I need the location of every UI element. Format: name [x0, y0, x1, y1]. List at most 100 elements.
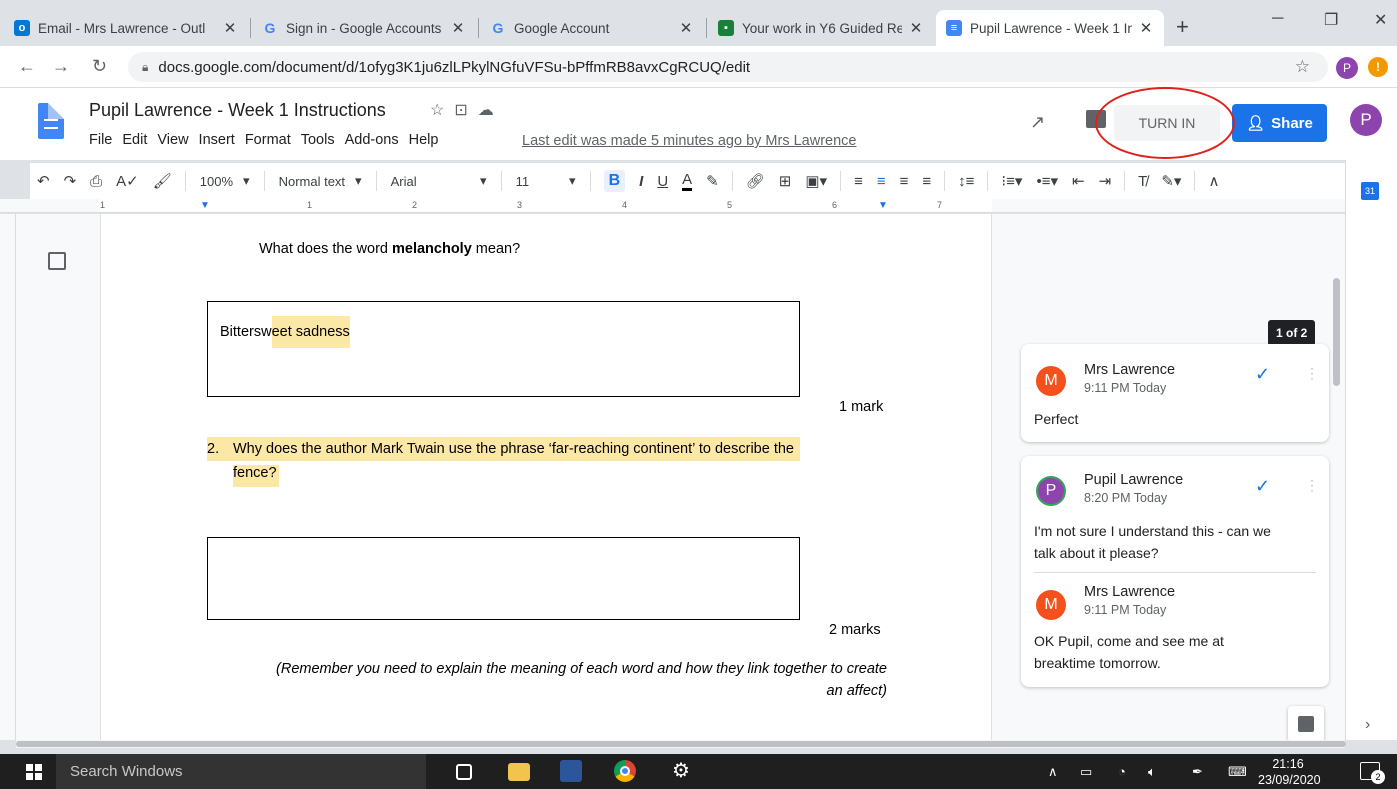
new-tab-button[interactable]: + [1176, 14, 1189, 40]
justify-icon[interactable]: ≡ [922, 173, 931, 190]
close-icon[interactable]: ✕ [222, 19, 238, 37]
link-icon[interactable]: 🔗︎ [746, 172, 765, 190]
comment-history-icon[interactable] [1086, 110, 1106, 128]
tab-email[interactable]: o Email - Mrs Lawrence - Outl ✕ [4, 10, 248, 46]
close-icon[interactable]: ✕ [450, 19, 466, 37]
calendar-icon[interactable]: 31 [1361, 182, 1379, 200]
menu-edit[interactable]: Edit [122, 132, 147, 148]
explore-button[interactable] [1288, 706, 1324, 740]
docs-logo-icon[interactable] [38, 103, 64, 139]
last-edit-link[interactable]: Last edit was made 5 minutes ago by Mrs … [522, 133, 856, 149]
scrollbar-thumb[interactable] [16, 741, 1346, 747]
resolve-check-icon[interactable]: ✓ [1255, 476, 1270, 497]
document-page[interactable]: What does the word melancholy mean? Bitt… [100, 214, 992, 740]
menu-file[interactable]: File [89, 132, 112, 148]
style-select[interactable]: Normal text ▾ [279, 173, 362, 189]
underline-icon[interactable]: U [657, 173, 668, 190]
turn-in-button[interactable]: TURN IN [1114, 105, 1220, 141]
font-select[interactable]: Arial ▾ [391, 173, 487, 189]
close-window-button[interactable]: ✕ [1374, 10, 1387, 30]
chrome-icon[interactable] [614, 760, 636, 782]
align-left-icon[interactable]: ≡ [854, 173, 863, 190]
menu-view[interactable]: View [157, 132, 188, 148]
menu-format[interactable]: Format [245, 132, 291, 148]
task-view-icon[interactable] [456, 764, 472, 780]
menu-tools[interactable]: Tools [301, 132, 335, 148]
align-center-icon[interactable]: ≡ [877, 173, 886, 190]
comments-scrollbar[interactable] [1333, 278, 1340, 386]
collapse-menus-icon[interactable]: ∧ [1208, 172, 1219, 190]
right-indent-marker[interactable]: ▼ [878, 200, 888, 211]
document-outline-icon[interactable] [48, 252, 66, 270]
paint-format-icon[interactable]: 🖌︎ [153, 172, 172, 190]
minimize-button[interactable]: ─ [1272, 10, 1283, 28]
tab-sign-in[interactable]: G Sign in - Google Accounts ✕ [252, 10, 476, 46]
more-options-icon[interactable]: ⋮ [1305, 478, 1319, 492]
tab-docs-active[interactable]: ≡ Pupil Lawrence - Week 1 In ✕ [936, 10, 1164, 46]
decrease-indent-icon[interactable]: ⇤ [1072, 172, 1085, 190]
spellcheck-icon[interactable]: A✓ [116, 172, 139, 190]
more-options-icon[interactable]: ⋮ [1305, 366, 1319, 380]
resolve-check-icon[interactable]: ✓ [1255, 364, 1270, 385]
volume-icon[interactable]: 🔈︎ [1148, 764, 1156, 780]
menu-insert[interactable]: Insert [199, 132, 235, 148]
bulleted-list-icon[interactable]: •≡▾ [1036, 172, 1058, 190]
address-bar[interactable]: 🔒︎ docs.google.com/document/d/1ofyg3K1ju… [128, 52, 1328, 82]
cloud-status-icon[interactable]: ☁ [478, 102, 504, 119]
word-icon[interactable] [560, 760, 582, 782]
highlight-icon[interactable]: ✎ [706, 172, 719, 190]
clear-formatting-icon[interactable]: T̸ [1138, 173, 1147, 190]
profile-avatar[interactable]: P [1336, 57, 1358, 79]
activity-trend-icon[interactable]: ↗ [1030, 112, 1045, 133]
answer-box-2[interactable] [207, 537, 800, 620]
left-indent-marker[interactable]: ▼ [200, 200, 210, 211]
keyboard-icon[interactable]: ⌨ [1228, 764, 1247, 780]
document-title[interactable]: Pupil Lawrence - Week 1 Instructions [89, 100, 386, 121]
pen-icon[interactable]: ✒ [1192, 764, 1203, 780]
star-icon[interactable]: ☆ [430, 102, 454, 119]
account-avatar[interactable]: P [1350, 104, 1382, 136]
text-color-icon[interactable]: A [682, 171, 693, 191]
align-right-icon[interactable]: ≡ [900, 173, 909, 190]
tab-google-account[interactable]: G Google Account ✕ [480, 10, 704, 46]
move-folder-icon[interactable]: ⊡ [454, 102, 477, 119]
menu-add-ons[interactable]: Add-ons [345, 132, 399, 148]
increase-indent-icon[interactable]: ⇥ [1099, 172, 1112, 190]
battery-icon[interactable]: ▭ [1080, 764, 1092, 780]
settings-gear-icon[interactable]: ⚙ [672, 758, 694, 782]
wifi-icon[interactable]: ◔ [1118, 764, 1126, 779]
bold-icon[interactable]: B [603, 170, 626, 192]
alert-icon[interactable]: ! [1368, 57, 1388, 77]
restore-button[interactable]: ❐ [1324, 10, 1338, 30]
print-icon[interactable]: ⎙ [90, 173, 102, 190]
zoom-select[interactable]: 100% ▾ [200, 173, 250, 189]
font-size-select[interactable]: 11 ▾ [516, 173, 576, 189]
comment-thread-2[interactable]: P Pupil Lawrence 8:20 PM Today ✓ ⋮ I'm n… [1021, 456, 1329, 687]
system-clock[interactable]: 21:16 23/09/2020 [1258, 756, 1321, 788]
share-button[interactable]: 👤︎ Share [1232, 104, 1327, 142]
chevron-up-icon[interactable]: ∧ [1048, 764, 1058, 780]
insert-image-icon[interactable]: ▣▾ [805, 172, 827, 190]
file-explorer-icon[interactable] [508, 763, 530, 781]
back-button[interactable]: ← [18, 56, 36, 77]
line-spacing-icon[interactable]: ↕≡ [958, 173, 974, 190]
answer-box-1[interactable]: Bittersweet sadness [207, 301, 800, 397]
windows-start-icon[interactable] [26, 764, 42, 780]
tab-classroom[interactable]: ▪ Your work in Y6 Guided Rea ✕ [708, 10, 934, 46]
taskbar-search[interactable]: Search Windows [56, 754, 426, 789]
chevron-right-icon[interactable]: › [1365, 716, 1370, 734]
comment-thread-1[interactable]: M Mrs Lawrence 9:11 PM Today ✓ ⋮ Perfect [1021, 344, 1329, 442]
menu-help[interactable]: Help [409, 132, 439, 148]
italic-icon[interactable]: I [639, 173, 643, 190]
editing-mode-icon[interactable]: ✎▾ [1161, 172, 1181, 190]
horizontal-scrollbar[interactable] [16, 740, 1346, 748]
close-icon[interactable]: ✕ [1138, 19, 1154, 37]
reload-button[interactable]: ↻ [92, 56, 107, 77]
undo-icon[interactable]: ↶ [37, 172, 50, 190]
close-icon[interactable]: ✕ [908, 19, 924, 37]
forward-button[interactable]: → [52, 56, 70, 77]
redo-icon[interactable]: ↷ [64, 172, 77, 190]
close-icon[interactable]: ✕ [678, 19, 694, 37]
numbered-list-icon[interactable]: ⁝≡▾ [1001, 172, 1022, 190]
bookmark-star-icon[interactable]: ☆ [1295, 57, 1310, 77]
